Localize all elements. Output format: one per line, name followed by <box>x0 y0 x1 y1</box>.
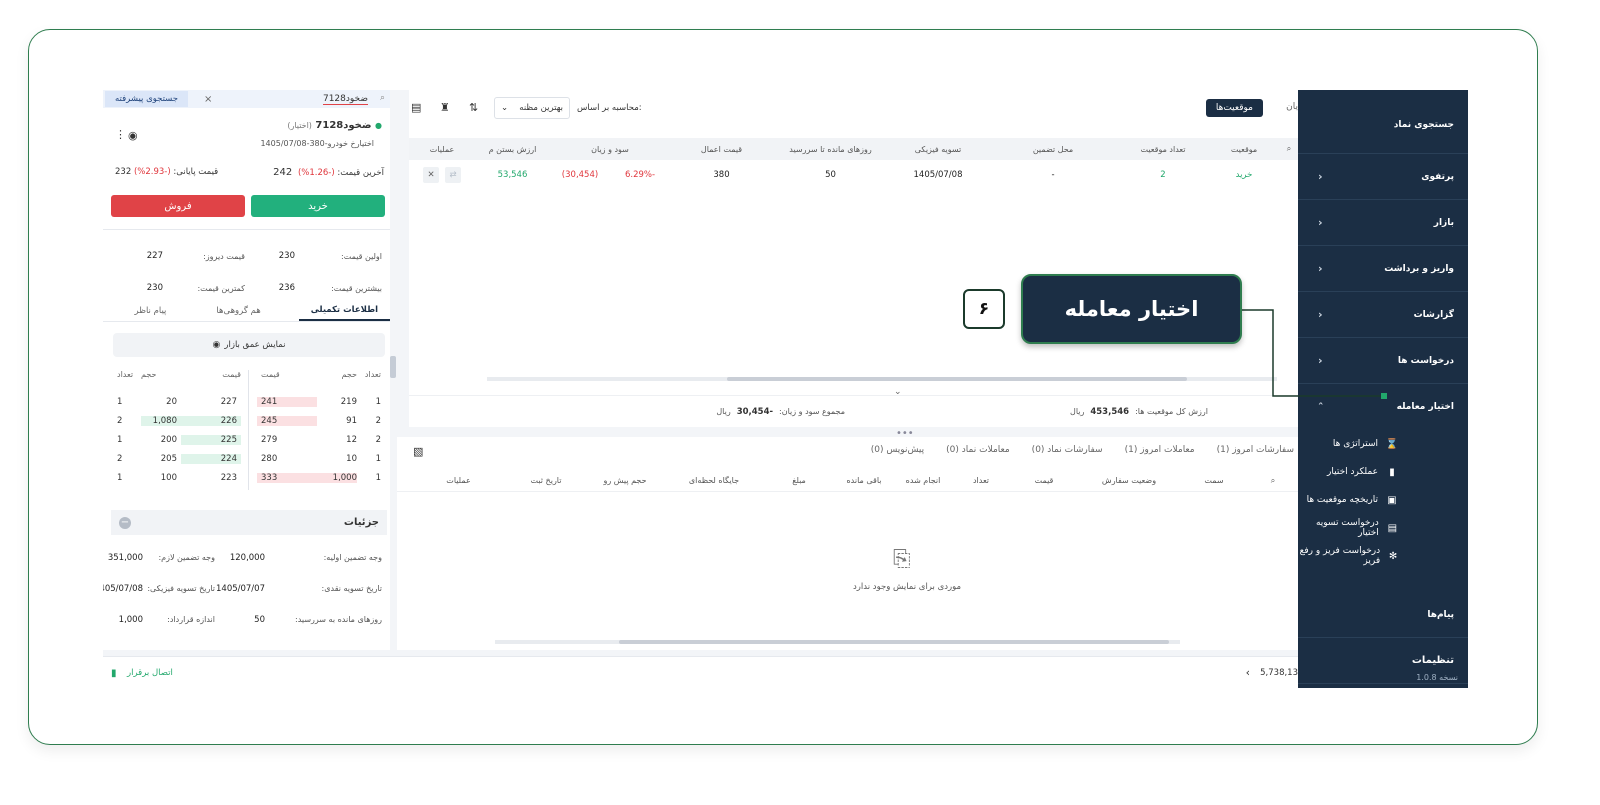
callout-connector <box>1242 309 1387 399</box>
callout-box: اختیار معامله <box>1021 274 1242 344</box>
step-number-badge: ۶ <box>963 289 1005 329</box>
